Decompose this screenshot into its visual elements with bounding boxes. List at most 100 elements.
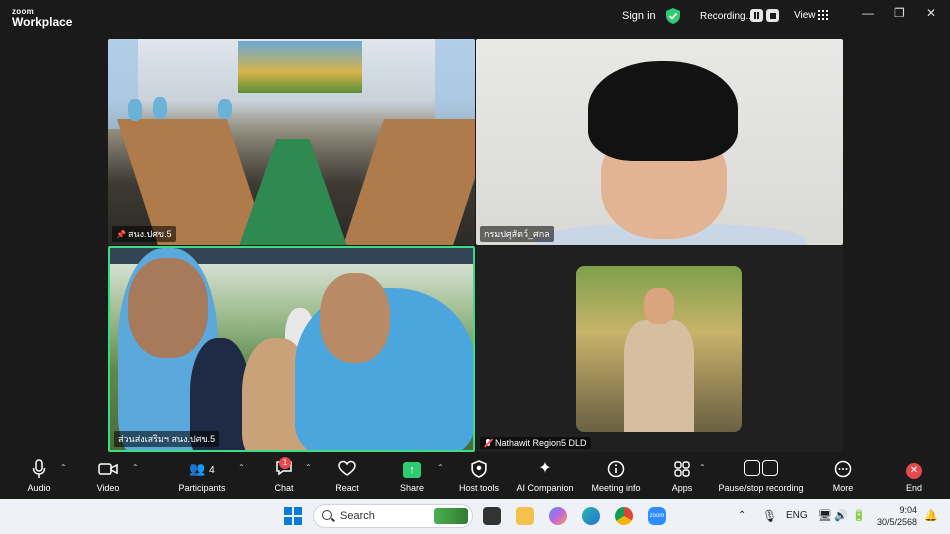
video-options-caret-icon[interactable]: ⌃ [132,463,139,472]
microphone-icon [32,459,46,478]
video-tile-active-speaker[interactable]: ส่วนส่งเสริมฯ สนง.ปศข.5 [108,246,475,452]
pause-stop-recording-button[interactable]: Pause/stop recording [716,459,806,493]
audio-button[interactable]: Audio [22,459,56,493]
video-button[interactable]: Video [90,459,126,493]
notifications-bell-icon[interactable]: 🔔 [924,509,938,522]
end-label: End [905,483,922,493]
edge-browser-icon[interactable] [582,507,600,525]
person-figure [153,97,167,119]
copilot-icon[interactable] [549,507,567,525]
end-meeting-button[interactable]: ✕ End [900,459,928,493]
audio-label: Audio [27,483,51,493]
chat-button[interactable]: 1 Chat [268,457,300,493]
show-hidden-icons-caret-icon[interactable]: ⌃ [738,510,746,521]
participant-name: Nathawit Region5 DLD [495,438,587,448]
pin-icon: 📌 [116,230,126,239]
room-window-right [435,39,475,129]
zoom-logo: zoom Workplace [12,6,72,28]
view-button[interactable]: View [794,10,816,21]
participants-count: 4 [209,465,215,476]
participant-name: กรมปศุสัตว์_ศกล [484,229,550,239]
more-dots-icon [834,460,852,478]
participant-name-label: กรมปศุสัตว์_ศกล [480,226,554,242]
meeting-toolbar: Audio ⌃ Video ⌃ 👥 4 Participants ⌃ 1 Cha… [0,455,950,499]
ai-sparkle-icon: ✦ [538,460,552,477]
recording-pause-icon[interactable] [750,9,763,22]
share-options-caret-icon[interactable]: ⌃ [437,463,444,472]
heart-icon [338,460,356,476]
participant-name-label: ส่วนส่งเสริมฯ สนง.ปศข.5 [114,431,220,447]
chrome-browser-icon[interactable] [615,507,633,525]
person-face [128,258,208,358]
grid-view-icon[interactable] [818,10,828,20]
clock-date: 30/5/2568 [876,517,917,527]
more-label: More [832,483,854,493]
muted-mic-icon [484,439,492,447]
participant-name: ส่วนส่งเสริมฯ สนง.ปศข.5 [118,434,216,444]
windows-start-icon[interactable] [284,507,302,525]
audio-options-caret-icon[interactable]: ⌃ [60,463,67,472]
person-figure [218,99,232,119]
network-icon[interactable]: 🖥 [818,509,832,522]
chat-label: Chat [274,483,294,493]
file-explorer-icon[interactable] [516,507,534,525]
share-screen-icon: ↑ [396,459,428,479]
apps-options-caret-icon[interactable]: ⌃ [699,463,706,472]
room-table-right [341,119,475,245]
meeting-info-button[interactable]: Meeting info [588,459,644,493]
room-carpet [238,139,348,245]
video-label: Video [96,483,120,493]
task-view-icon[interactable] [483,507,501,525]
share-label: Share [399,483,425,493]
participant-name-label: Nathawit Region5 DLD [480,437,591,449]
person-hair [588,61,738,161]
sign-in-link[interactable]: Sign in [622,10,656,22]
react-button[interactable]: React [332,459,362,493]
minimize-icon[interactable]: — [862,6,874,20]
video-tile-profile-photo[interactable]: Nathawit Region5 DLD [476,246,843,452]
more-button[interactable]: More [828,459,858,493]
ai-companion-button[interactable]: ✦ AI Companion [514,459,576,493]
participants-button[interactable]: 👥 4 Participants [174,459,230,493]
chat-icon: 1 [268,457,300,479]
end-x-icon: ✕ [900,459,928,479]
person-face [644,288,674,324]
host-shield-icon [471,460,487,478]
pause-stop-recording-label: Pause/stop recording [718,483,804,493]
video-tile-participant[interactable]: กรมปศุสัตว์_ศกล [476,39,843,245]
input-language[interactable]: ENG [786,510,808,521]
apps-label: Apps [671,483,693,493]
participants-icon: 👥 4 [189,461,215,476]
participants-options-caret-icon[interactable]: ⌃ [238,463,245,472]
zoom-app-icon[interactable]: zoom [648,507,666,525]
volume-icon[interactable]: 🔊 [834,509,848,522]
video-camera-icon [98,463,118,475]
share-button[interactable]: ↑ Share [396,459,428,493]
logo-bottom-text: Workplace [12,15,73,29]
person-face [320,273,390,363]
microphone-tray-icon[interactable]: 🎙 [762,509,777,523]
close-icon[interactable]: ✕ [926,6,936,20]
chat-options-caret-icon[interactable]: ⌃ [305,463,312,472]
video-tile-meeting-room[interactable]: 📌 สนง.ปศข.5 [108,39,475,245]
taskbar-clock[interactable]: 9:04 30/5/2568 [873,504,917,528]
recording-label: Recording... [700,11,754,22]
react-label: React [335,483,359,493]
host-tools-button[interactable]: Host tools [456,459,502,493]
search-icon [322,510,332,520]
participants-label: Participants [178,483,226,493]
search-placeholder: Search [340,510,375,522]
recording-stop-icon[interactable] [766,9,779,22]
host-tools-label: Host tools [458,483,500,493]
battery-icon[interactable]: 🔋 [852,509,866,522]
ai-companion-label: AI Companion [516,483,574,493]
security-shield-icon[interactable] [666,8,680,24]
info-icon [607,460,625,478]
person-figure [128,99,142,121]
search-highlight-image [434,508,468,524]
restore-icon[interactable]: ❐ [894,6,905,20]
meeting-info-label: Meeting info [591,483,641,493]
apps-button[interactable]: Apps [668,459,696,493]
taskbar-search-box[interactable]: Search [313,504,473,528]
participant-name: สนง.ปศข.5 [127,229,172,239]
